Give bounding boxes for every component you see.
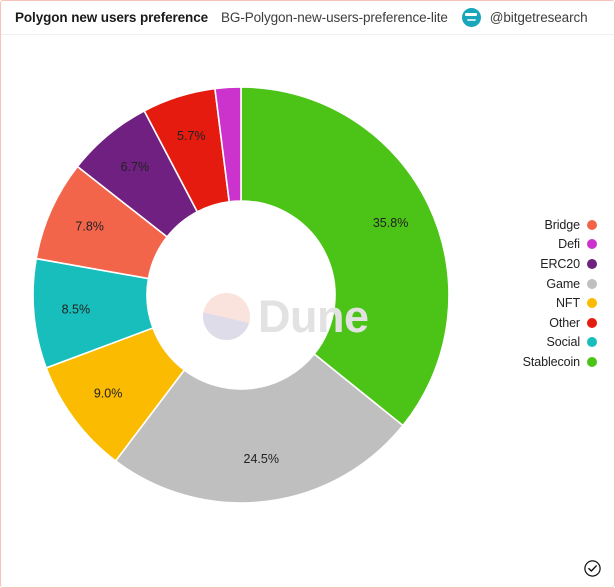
legend-item[interactable]: ERC20 xyxy=(540,254,597,274)
legend-item-label: Social xyxy=(546,335,581,350)
legend-item[interactable]: Social xyxy=(547,333,597,353)
legend-color-swatch xyxy=(587,298,597,309)
legend-color-swatch xyxy=(587,356,597,367)
legend-color-swatch xyxy=(587,278,597,289)
pie-slice-label: 7.8% xyxy=(75,220,104,234)
legend-item[interactable]: NFT xyxy=(556,293,597,313)
legend-item-label: Game xyxy=(546,276,580,291)
legend-color-swatch xyxy=(587,239,597,250)
legend-item-label: Stablecoin xyxy=(522,354,580,369)
pie-slice-label: 35.8% xyxy=(373,216,408,230)
chart-legend: Bridge Defi ERC20 Game NFT Other Social Stablec… xyxy=(523,215,597,372)
chart-subtitle: BG-Polygon-new-users-preference-lite xyxy=(221,10,448,25)
legend-item[interactable]: Bridge xyxy=(544,215,597,235)
legend-color-swatch xyxy=(587,317,597,328)
donut-chart[interactable]: 35.8% 24.5% 9.0% 8.5% 7.8% 6.7% 5.7% xyxy=(19,53,479,533)
pie-slice-label: 24.5% xyxy=(244,452,279,466)
pie-slice-label: 8.5% xyxy=(62,302,91,316)
legend-color-swatch xyxy=(587,258,597,269)
legend-item-label: Defi xyxy=(558,237,580,252)
legend-item-label: Bridge xyxy=(544,217,580,232)
chart-card: Polygon new users preference BG-Polygon-… xyxy=(0,0,615,588)
bitget-logo-avatar xyxy=(461,8,481,27)
donut-chart-svg[interactable]: 35.8% 24.5% 9.0% 8.5% 7.8% 6.7% 5.7% xyxy=(19,53,479,533)
legend-item[interactable]: Stablecoin xyxy=(523,352,597,372)
page-title: Polygon new users preference xyxy=(15,10,209,25)
plot-area: 35.8% 24.5% 9.0% 8.5% 7.8% 6.7% 5.7% Dune Brid… xyxy=(1,35,614,587)
pie-slice-label: 5.7% xyxy=(177,129,206,143)
pie-slice-label: 6.7% xyxy=(121,160,150,174)
legend-color-swatch xyxy=(587,219,597,230)
legend-color-swatch xyxy=(587,337,597,348)
pie-slice[interactable] xyxy=(240,86,450,427)
author-block[interactable]: @bitgetresearch xyxy=(461,8,588,27)
legend-item-label: ERC20 xyxy=(540,256,580,271)
author-handle: @bitgetresearch xyxy=(489,10,588,25)
legend-item-label: NFT xyxy=(556,296,580,311)
pie-slice-label: 9.0% xyxy=(94,386,123,400)
legend-item[interactable]: Defi xyxy=(558,235,597,255)
chart-header: Polygon new users preference BG-Polygon-… xyxy=(1,1,614,35)
legend-item[interactable]: Game xyxy=(546,274,597,294)
legend-item-label: Other xyxy=(549,315,580,330)
legend-item[interactable]: Other xyxy=(549,313,597,333)
check-circle-icon[interactable] xyxy=(583,559,602,578)
